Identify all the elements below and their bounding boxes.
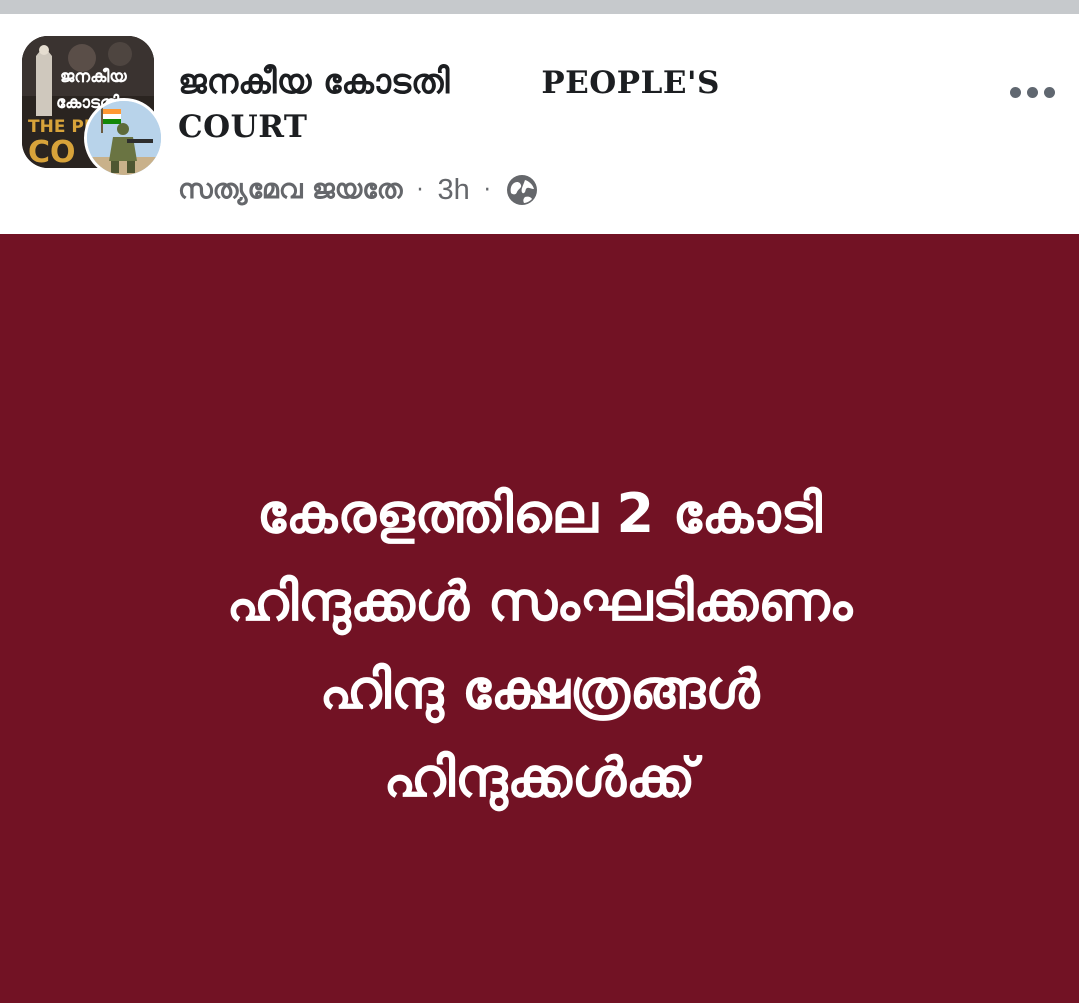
page-title[interactable]: ജനകീയ കോടതി PEOPLE'S COURT	[178, 62, 898, 147]
status-strip	[0, 0, 1079, 14]
page-name-malayalam[interactable]: ജനകീയ കോടതി	[178, 62, 450, 102]
soldier-image	[87, 101, 161, 175]
post-background[interactable]: കേരളത്തിലെ 2 കോടി ഹിന്ദുക്കൾ സംഘടിക്കണം …	[0, 234, 1079, 1003]
post-text: കേരളത്തിലെ 2 കോടി ഹിന്ദുക്കൾ സംഘടിക്കണം …	[0, 470, 1079, 822]
more-dots-icon	[1007, 86, 1058, 98]
globe-icon[interactable]	[505, 173, 539, 207]
separator-dot: ·	[416, 177, 424, 203]
post-text-line: ഹിന്ദു ക്ഷേത്രങ്ങൾ	[319, 658, 760, 721]
page-name-english-1[interactable]: PEOPLE'S	[541, 65, 720, 101]
separator-dot: ·	[483, 177, 491, 203]
post-text-line: ഹിന്ദുക്കൾക്ക്	[383, 746, 696, 809]
avatar-text-1: ജനകീയ	[60, 67, 127, 87]
post-header: ജനകീയ കോടതി THE PE CO ജനകീയ കോടതി PEOPLE…	[0, 14, 1079, 234]
post-text-line: കേരളത്തിലെ 2 കോടി	[256, 482, 822, 545]
author-name[interactable]: സത്യമേവ ജയതേ	[178, 174, 402, 206]
avatar-text-4: CO	[28, 135, 76, 168]
post-time[interactable]: 3h	[437, 174, 469, 207]
more-options-button[interactable]	[1004, 72, 1060, 112]
page-name-english-2[interactable]: COURT	[178, 107, 898, 147]
profile-avatar[interactable]	[84, 98, 164, 178]
post-text-line: ഹിന്ദുക്കൾ സംഘടിക്കണം	[226, 570, 853, 633]
post-meta: സത്യമേവ ജയതേ · 3h ·	[178, 172, 539, 208]
